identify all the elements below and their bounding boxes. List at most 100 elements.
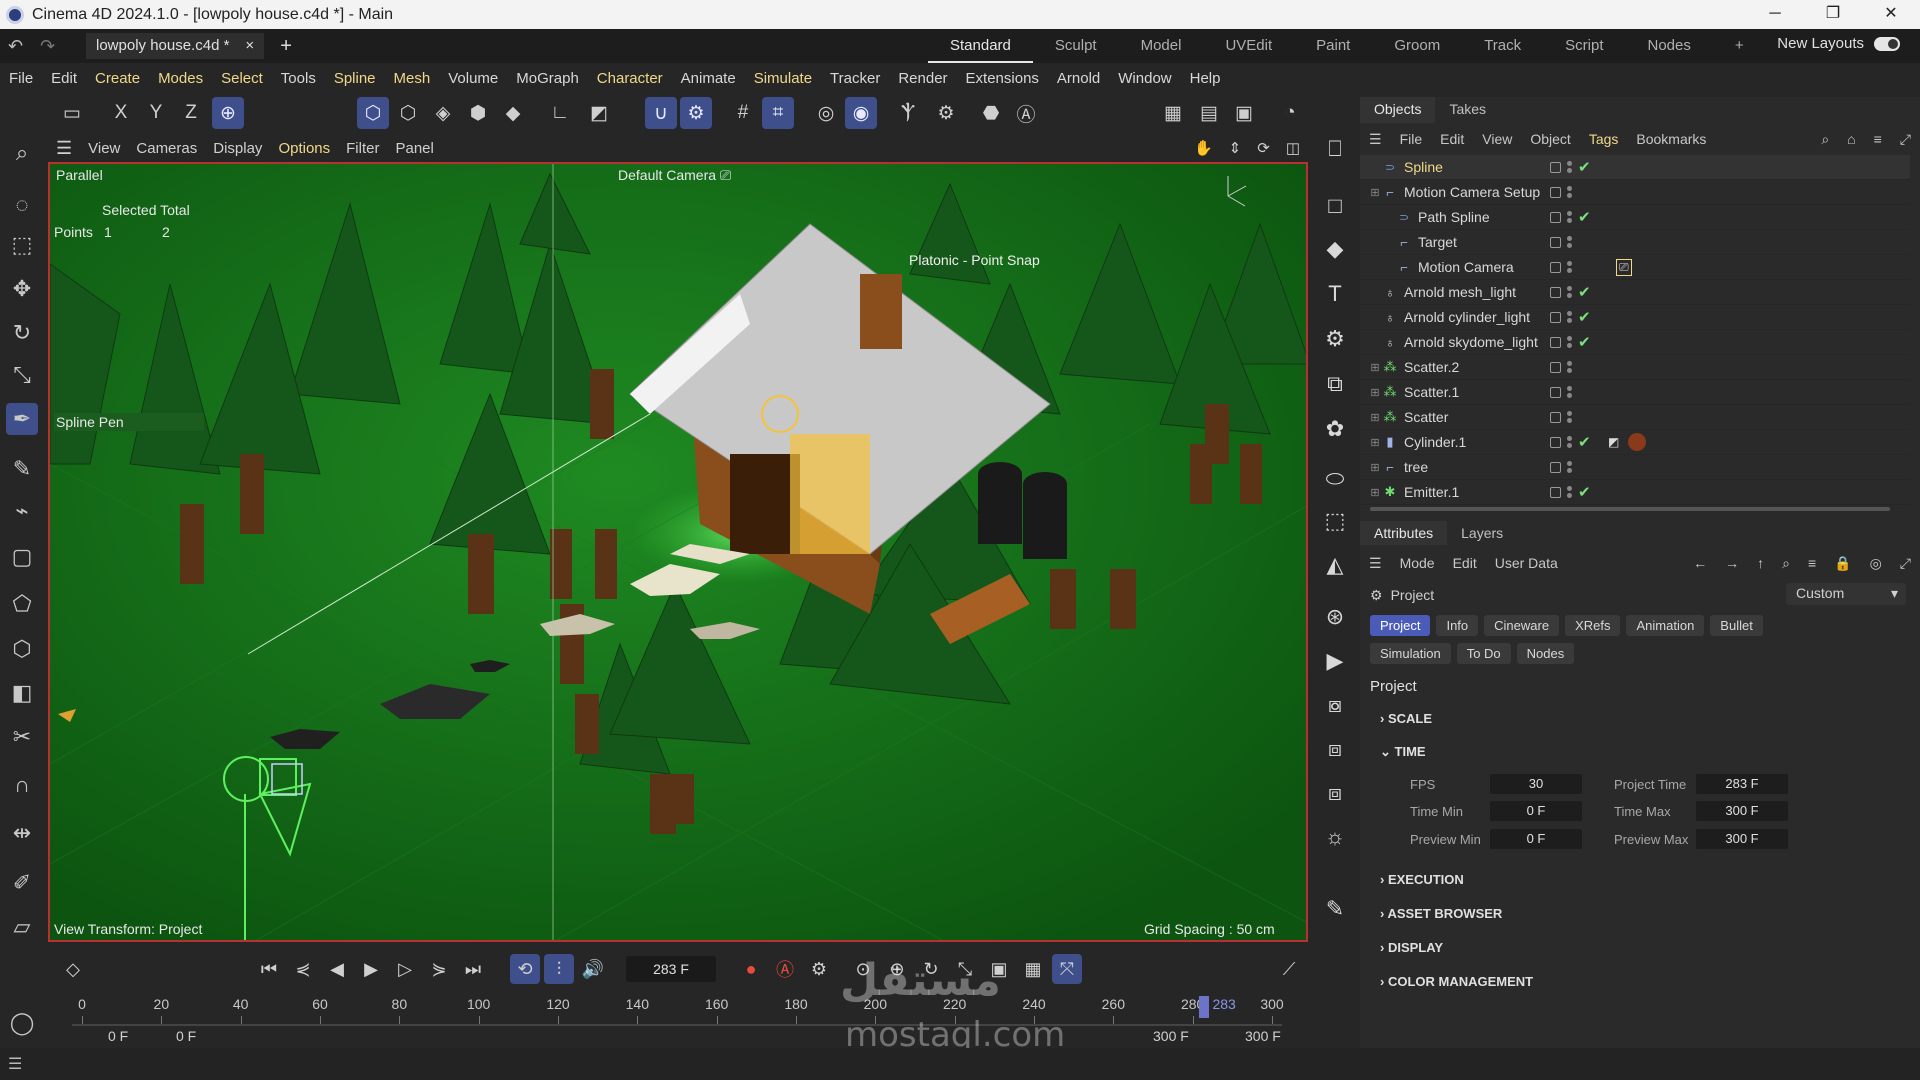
visibility-dots[interactable] <box>1567 486 1572 498</box>
camera-tag-icon[interactable]: ⎚ <box>1616 258 1632 276</box>
go-to-end-icon[interactable]: ⏭ <box>458 954 488 984</box>
generators-icon[interactable]: ⚙ <box>1319 323 1351 355</box>
status-menu-icon[interactable]: ☰ <box>8 1054 22 1074</box>
menu-render[interactable]: Render <box>889 70 956 87</box>
axis-x-lock[interactable]: X <box>105 97 137 129</box>
edit-pencil-icon[interactable]: ✎ <box>1319 893 1351 925</box>
objects-search-icon[interactable]: ⌕ <box>1812 131 1838 148</box>
menu-spline[interactable]: Spline <box>325 70 385 87</box>
viewport-menu-cameras[interactable]: Cameras <box>128 140 205 157</box>
expand-toggle-icon[interactable]: ⊞ <box>1368 486 1382 499</box>
enabled-check-icon[interactable]: ✔ <box>1578 208 1592 226</box>
texture-tag-icon[interactable]: ⬣ <box>975 97 1007 129</box>
enabled-check-icon[interactable]: ✔ <box>1578 433 1592 451</box>
uv-mode-icon[interactable]: ◆ <box>497 97 529 129</box>
menu-modes[interactable]: Modes <box>149 70 212 87</box>
menu-help[interactable]: Help <box>1181 70 1230 87</box>
menu-volume[interactable]: Volume <box>439 70 507 87</box>
maximize-button[interactable]: ❐ <box>1804 0 1862 29</box>
tab-layers[interactable]: Layers <box>1447 521 1517 545</box>
scene-null-icon[interactable]: ⬚ <box>1319 505 1351 537</box>
rotate-view-icon[interactable]: ⟳ <box>1249 139 1278 157</box>
layout-tab-track[interactable]: Track <box>1462 29 1543 63</box>
visibility-dots[interactable] <box>1567 311 1572 323</box>
preview-end-field[interactable]: 300 F <box>1153 1028 1189 1044</box>
layer-box[interactable] <box>1550 336 1561 348</box>
undo-icon[interactable]: ↶ <box>8 36 32 57</box>
keyframe-diamond-icon[interactable]: ◇ <box>58 954 88 984</box>
forward-arrow-icon[interactable]: → <box>1716 555 1748 571</box>
select-object-icon[interactable]: ⎕ <box>1319 133 1351 165</box>
object-row[interactable]: ⊞ ▮ Cylinder.1 ✔ ◩ <box>1360 430 1910 455</box>
object-row[interactable]: ⊞ ⌐ Motion Camera Setup <box>1360 180 1910 205</box>
section-time[interactable]: ⌄ TIME <box>1380 744 1426 760</box>
text-tool-icon[interactable]: T <box>1319 278 1351 310</box>
preview-start-field[interactable]: 0 F <box>176 1028 196 1044</box>
interpolation-icon[interactable]: ⤧ <box>1052 954 1082 984</box>
scale-tool-icon[interactable]: ⤡ <box>6 359 38 391</box>
paint-brush-icon[interactable]: ✐ <box>6 867 38 899</box>
menu-edit[interactable]: Edit <box>42 70 86 87</box>
object-row[interactable]: ⸧ Path Spline ✔ <box>1360 205 1910 230</box>
loop-icon[interactable]: ⟲ <box>510 954 540 984</box>
viewport-menu-view[interactable]: View <box>80 140 128 157</box>
play-icon[interactable]: ▶ <box>356 954 386 984</box>
add-tab-button[interactable]: + <box>280 35 292 58</box>
camera-object-icon[interactable]: ▶ <box>1319 645 1351 677</box>
up-arrow-icon[interactable]: ↑ <box>1748 555 1773 571</box>
workplane-snap-icon[interactable]: ⌗ <box>762 97 794 129</box>
camera-rig-icon[interactable]: ⧈ <box>1319 777 1351 809</box>
object-row[interactable]: ♁ Arnold mesh_light ✔ <box>1360 280 1910 305</box>
knife-icon[interactable]: ✂ <box>6 721 38 753</box>
attr-button-todo[interactable]: To Do <box>1456 643 1511 664</box>
menu-create[interactable]: Create <box>86 70 149 87</box>
visibility-dots[interactable] <box>1567 461 1572 473</box>
pla-key-icon[interactable]: ▦ <box>1018 954 1048 984</box>
objects-menu-file[interactable]: File <box>1391 131 1432 147</box>
autokey-icon[interactable]: Ⓐ <box>770 954 800 984</box>
attributes-menu-userdata[interactable]: User Data <box>1486 555 1567 571</box>
visibility-dots[interactable] <box>1567 336 1572 348</box>
section-scale[interactable]: › SCALE <box>1380 711 1432 726</box>
visibility-dots[interactable] <box>1567 411 1572 423</box>
bevel-icon[interactable]: ◧ <box>6 677 38 709</box>
menu-tools[interactable]: Tools <box>272 70 325 87</box>
layer-box[interactable] <box>1550 361 1561 373</box>
attr-button-project[interactable]: Project <box>1370 615 1431 636</box>
viewport-menu-display[interactable]: Display <box>205 140 270 157</box>
target-icon[interactable]: ◎ <box>1861 555 1891 572</box>
visibility-dots[interactable] <box>1567 261 1572 273</box>
null-object-icon[interactable]: ◯ <box>6 1007 38 1039</box>
attr-button-bullet[interactable]: Bullet <box>1710 615 1763 636</box>
render-settings-icon[interactable]: ▣ <box>1228 97 1260 129</box>
snap-magnet-icon[interactable]: ∪ <box>645 97 677 129</box>
objects-home-icon[interactable]: ⌂ <box>1838 131 1864 147</box>
symmetry-icon[interactable]: ◉ <box>845 97 877 129</box>
tab-attributes[interactable]: Attributes <box>1360 521 1448 545</box>
layer-box[interactable] <box>1550 486 1561 498</box>
visibility-dots[interactable] <box>1567 236 1572 248</box>
lock-icon[interactable]: 🔒 <box>1825 555 1860 572</box>
polygons-mode-icon[interactable]: ⬢ <box>462 97 494 129</box>
attributes-hamburger-icon[interactable]: ☰ <box>1360 555 1391 572</box>
section-execution[interactable]: › EXECUTION <box>1380 872 1464 887</box>
layer-box[interactable] <box>1550 386 1561 398</box>
viewport-menu-filter[interactable]: Filter <box>338 140 387 157</box>
object-row[interactable]: ⊞ ⁂ Scatter.1 <box>1360 380 1910 405</box>
viewport-hamburger-icon[interactable]: ☰ <box>48 138 80 159</box>
objects-menu-view[interactable]: View <box>1473 131 1521 147</box>
attributes-search-icon[interactable]: ⌕ <box>1773 555 1799 572</box>
attr-button-animation[interactable]: Animation <box>1626 615 1705 636</box>
attributes-menu-edit[interactable]: Edit <box>1444 555 1486 571</box>
attr-button-info[interactable]: Info <box>1436 615 1479 636</box>
playhead[interactable] <box>1199 996 1210 1018</box>
project-time-field[interactable]: 283 F <box>1696 774 1788 794</box>
expand-toggle-icon[interactable]: ⊞ <box>1368 461 1382 474</box>
previous-frame-icon[interactable]: ◀ <box>322 954 352 984</box>
new-layouts-toggle[interactable] <box>1874 36 1900 51</box>
layer-box[interactable] <box>1550 211 1561 223</box>
time-max-field[interactable]: 300 F <box>1696 801 1788 821</box>
edges-mode-icon[interactable]: ◈ <box>427 97 459 129</box>
close-window-button[interactable]: ✕ <box>1862 0 1920 29</box>
fcurve-icon[interactable]: ⟋ <box>1274 954 1304 984</box>
